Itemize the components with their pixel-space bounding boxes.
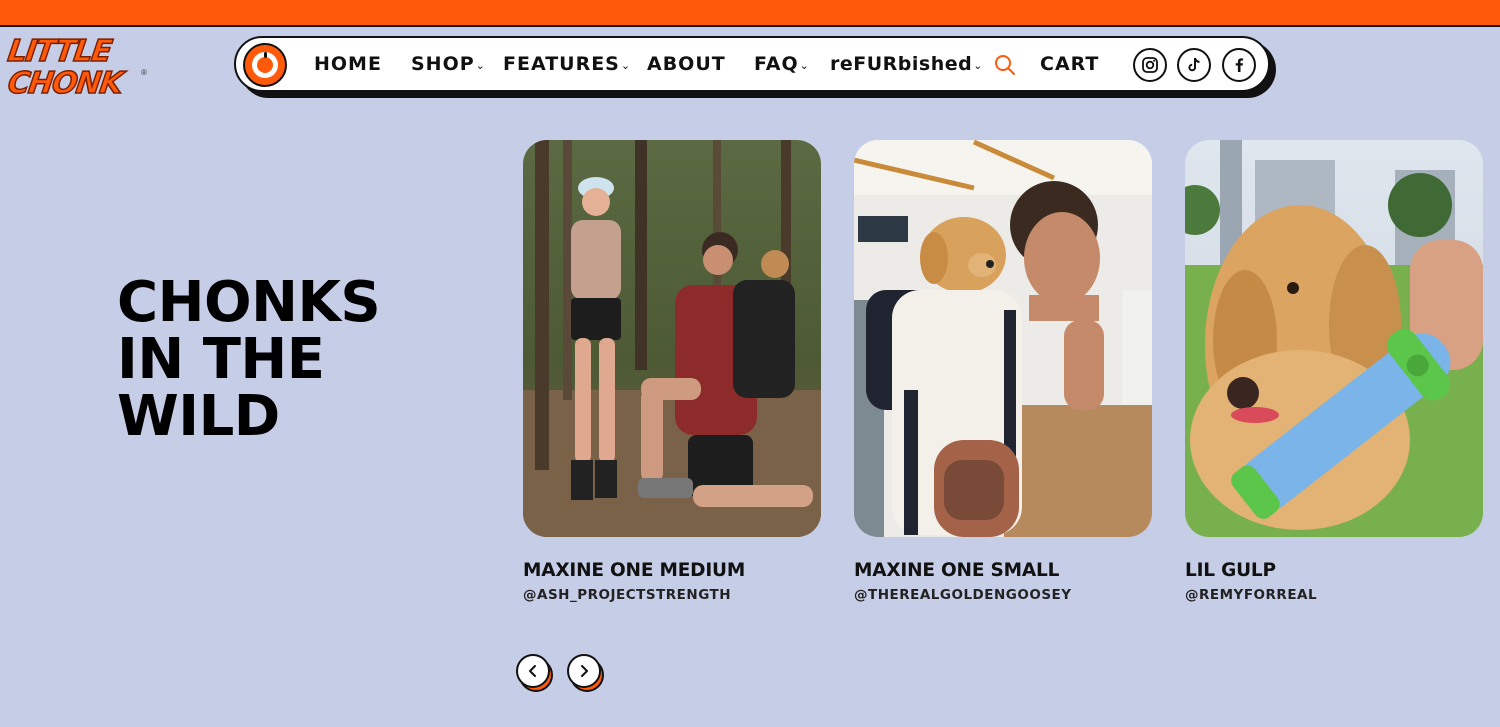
card-title[interactable]: LIL GULP bbox=[1185, 560, 1483, 581]
chevron-down-icon: ⌄ bbox=[620, 59, 631, 72]
chevron-down-icon: ⌄ bbox=[475, 59, 485, 72]
nav-item-label: FEATURES bbox=[503, 53, 620, 75]
chevron-down-icon: ⌄ bbox=[799, 59, 809, 72]
top-banner-stripe bbox=[0, 0, 1500, 27]
hero-title-line: CHONKS bbox=[117, 270, 381, 335]
chevron-left-icon[interactable] bbox=[516, 654, 550, 688]
ugc-card[interactable]: MAXINE ONE MEDIUM @ASH_PROJECTSTRENGTH bbox=[523, 140, 821, 603]
nav-item-label: FAQ bbox=[754, 53, 799, 75]
facebook-icon[interactable] bbox=[1222, 48, 1256, 82]
home-badge-icon[interactable] bbox=[243, 43, 287, 87]
card-photo-proposal[interactable] bbox=[523, 140, 821, 537]
chevron-right-icon[interactable] bbox=[567, 654, 601, 688]
nav-item-label: SHOP bbox=[411, 53, 475, 75]
nav-item-about[interactable]: ABOUT bbox=[647, 53, 726, 75]
ugc-card[interactable]: LIL GULP @REMYFORREAL bbox=[1185, 140, 1483, 603]
nav-item-cart[interactable]: CART bbox=[1040, 53, 1099, 75]
nav-item-label: ABOUT bbox=[647, 53, 726, 75]
card-title[interactable]: MAXINE ONE SMALL bbox=[854, 560, 1152, 581]
nav-item-shop[interactable]: SHOP⌄ bbox=[411, 53, 485, 75]
carousel-prev-button[interactable] bbox=[516, 654, 556, 694]
logo-line-1: LITTLE bbox=[5, 33, 114, 70]
nav-item-label: HOME bbox=[314, 53, 382, 75]
brand-logo[interactable]: LITTLE CHONK ® bbox=[5, 33, 148, 106]
nav-item-refurbished[interactable]: reFURbished⌄ bbox=[830, 53, 982, 75]
registered-mark: ® bbox=[141, 68, 147, 77]
nav-item-label: CART bbox=[1040, 53, 1100, 75]
card-title[interactable]: MAXINE ONE MEDIUM bbox=[523, 560, 821, 581]
logo-line-2: CHONK bbox=[5, 65, 125, 102]
chevron-down-icon: ⌄ bbox=[973, 59, 983, 72]
hero-title-line: WILD bbox=[117, 384, 280, 449]
hero-title: CHONKS IN THE WILD bbox=[117, 274, 437, 445]
nav-item-features[interactable]: FEATURES⌄ bbox=[503, 53, 630, 75]
card-handle[interactable]: @THEREALGOLDENGOOSEY bbox=[854, 587, 1152, 603]
main-nav-bar: HOME SHOP⌄ FEATURES⌄ ABOUT FAQ⌄ reFURbis… bbox=[234, 36, 1270, 92]
nav-item-label: reFURbished bbox=[830, 53, 973, 75]
tiktok-icon[interactable] bbox=[1177, 48, 1211, 82]
card-handle[interactable]: @REMYFORREAL bbox=[1185, 587, 1483, 603]
carousel-next-button[interactable] bbox=[567, 654, 607, 694]
search-icon[interactable] bbox=[992, 52, 1018, 78]
card-photo-lil-gulp-dog[interactable] bbox=[1185, 140, 1483, 537]
hero-title-line: IN THE bbox=[117, 327, 325, 392]
instagram-icon[interactable] bbox=[1133, 48, 1167, 82]
nav-item-home[interactable]: HOME bbox=[314, 53, 382, 75]
ugc-card[interactable]: MAXINE ONE SMALL @THEREALGOLDENGOOSEY bbox=[854, 140, 1152, 603]
card-handle[interactable]: @ASH_PROJECTSTRENGTH bbox=[523, 587, 821, 603]
card-photo-golden-backpack[interactable] bbox=[854, 140, 1152, 537]
nav-item-faq[interactable]: FAQ⌄ bbox=[754, 53, 809, 75]
